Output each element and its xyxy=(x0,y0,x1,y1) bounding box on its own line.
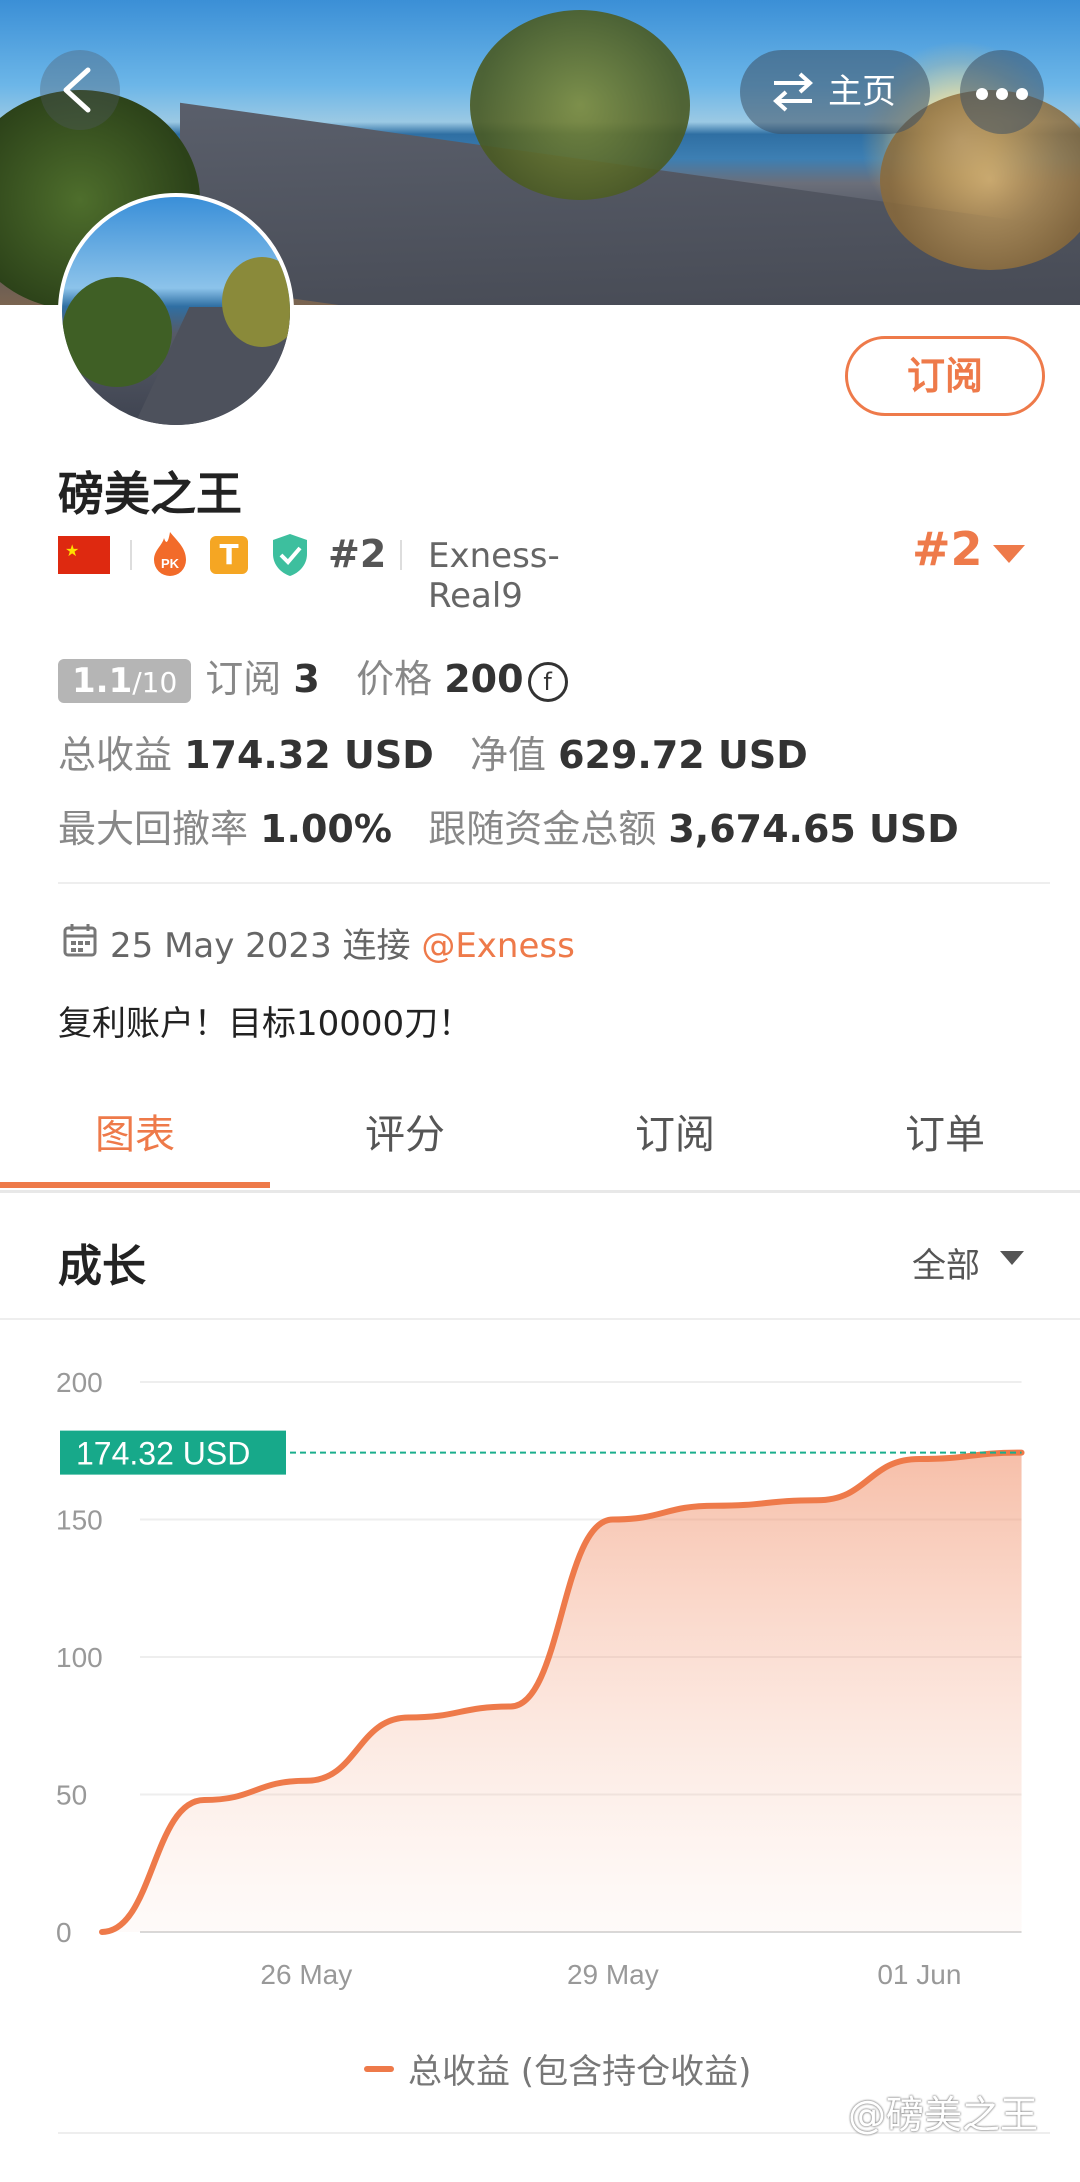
avatar-tree xyxy=(62,277,172,387)
total-profit-value: 174.32 USD xyxy=(184,733,434,777)
tree-middle xyxy=(470,10,690,200)
more-dot-icon xyxy=(1016,88,1028,100)
subscribe-button[interactable]: 订阅 xyxy=(845,336,1045,416)
divider xyxy=(0,1190,1080,1193)
growth-title: 成长 xyxy=(58,1241,146,1292)
score-value: 1.1 xyxy=(72,661,133,701)
range-filter[interactable]: 全部 xyxy=(912,1238,980,1287)
follow-value: 3,674.65 USD xyxy=(668,807,959,851)
net-value: 629.72 USD xyxy=(558,733,808,777)
flag-star: ★ xyxy=(65,541,80,560)
caret-down-icon[interactable] xyxy=(993,545,1025,563)
y-tick-label: 50 xyxy=(56,1780,87,1811)
follow-label: 跟随资金总额 xyxy=(428,807,657,851)
swap-icon xyxy=(773,72,813,112)
rank-dropdown[interactable]: #2 xyxy=(912,522,983,576)
home-label: 主页 xyxy=(828,72,896,112)
net-label: 净值 xyxy=(470,733,547,777)
drawdown-value: 1.00% xyxy=(260,807,392,851)
y-tick-label: 150 xyxy=(56,1505,103,1536)
more-dot-icon xyxy=(976,88,988,100)
current-value-label: 174.32 USD xyxy=(76,1436,250,1472)
subs-value: 3 xyxy=(293,657,320,701)
divider xyxy=(400,540,402,570)
watermark: @磅美之王 xyxy=(848,2093,1039,2137)
legend-swatch xyxy=(364,2066,394,2072)
calendar-icon xyxy=(63,924,97,957)
broker-link[interactable]: @Exness xyxy=(421,926,575,966)
series-area xyxy=(102,1452,1022,1932)
x-tick-label: 29 May xyxy=(567,1959,659,1990)
subs-label: 订阅 xyxy=(205,657,282,701)
pk-flame-icon[interactable]: PK xyxy=(150,530,190,576)
trader-t-badge-icon[interactable]: T xyxy=(210,536,248,574)
broker-account: Exness-Real9 xyxy=(428,536,560,616)
active-tab-indicator xyxy=(0,1182,270,1188)
more-button[interactable] xyxy=(960,50,1044,134)
total-profit-label: 总收益 xyxy=(58,733,173,777)
growth-chart[interactable]: 0 50 100 150 200 174.32 USD 26 May 29 May 01 J… xyxy=(0,1340,1080,2040)
bio-text: 复利账户！目标10000刀！ xyxy=(58,1004,473,1044)
divider xyxy=(0,1318,1080,1320)
verified-shield-icon[interactable] xyxy=(270,532,310,578)
score-row: 1.1/10 订阅 3 价格 200 f xyxy=(58,648,568,703)
more-dot-icon xyxy=(996,88,1008,100)
y-tick-label: 100 xyxy=(56,1642,103,1673)
back-button[interactable] xyxy=(40,50,120,130)
divider xyxy=(58,882,1050,884)
connect-label: 连接 xyxy=(342,926,411,966)
avatar[interactable] xyxy=(58,193,294,429)
tab-subscriptions[interactable]: 订阅 xyxy=(540,1090,810,1186)
divider xyxy=(130,540,132,570)
tab-bar: 图表 评分 订阅 订单 xyxy=(0,1090,1080,1190)
y-tick-label: 0 xyxy=(56,1917,72,1948)
caret-down-icon[interactable] xyxy=(1000,1251,1024,1265)
score-max: /10 xyxy=(132,666,178,699)
avatar-tree-2 xyxy=(222,257,290,347)
x-tick-label: 26 May xyxy=(260,1959,352,1990)
coin-icon: f xyxy=(527,661,568,702)
x-tick-label: 01 Jun xyxy=(877,1959,961,1990)
price-label: 价格 xyxy=(356,657,433,701)
tab-chart[interactable]: 图表 xyxy=(0,1090,270,1186)
price-value: 200 xyxy=(444,657,524,701)
home-button[interactable]: 主页 xyxy=(740,50,930,134)
svg-text:PK: PK xyxy=(161,556,180,571)
drawdown-label: 最大回撤率 xyxy=(58,807,249,851)
score-badge: 1.1/10 xyxy=(58,659,192,703)
china-flag-icon: ★ xyxy=(58,536,110,574)
tab-orders[interactable]: 订单 xyxy=(810,1090,1080,1186)
connect-date: 25 May 2023 xyxy=(110,926,332,966)
profile-name: 磅美之王 xyxy=(58,467,242,521)
profit-row: 总收益 174.32 USD 净值 629.72 USD xyxy=(58,724,808,779)
chevron-left-icon xyxy=(63,67,91,113)
y-tick-label: 200 xyxy=(56,1367,103,1398)
rank-small: #2 xyxy=(328,532,387,576)
legend-label: 总收益 (包含持仓收益) xyxy=(408,2052,752,2092)
drawdown-row: 最大回撤率 1.00% 跟随资金总额 3,674.65 USD xyxy=(58,798,959,853)
tab-rating[interactable]: 评分 xyxy=(270,1090,540,1186)
